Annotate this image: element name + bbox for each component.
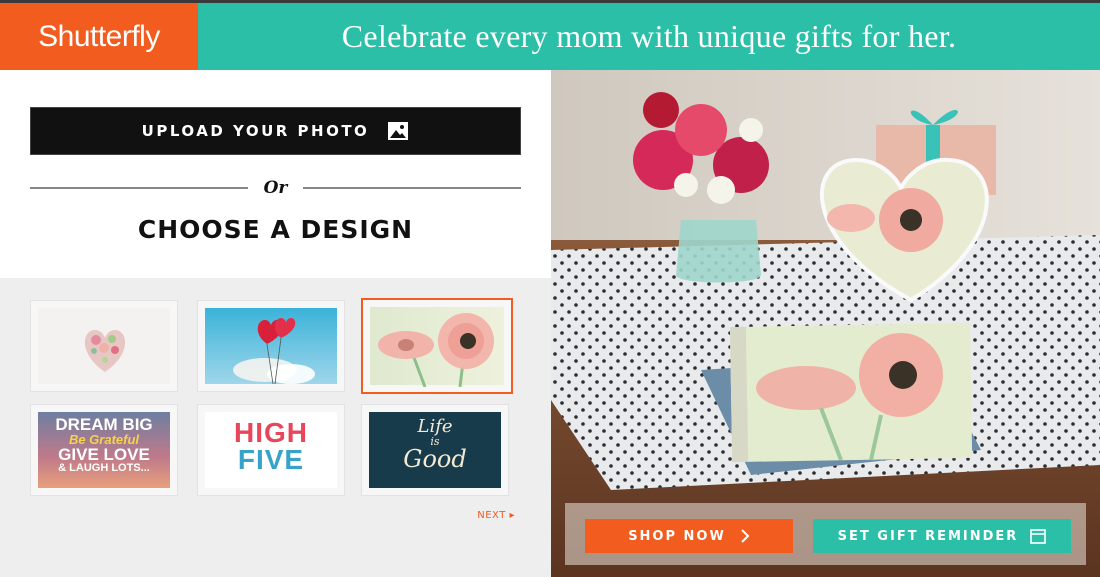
choose-design-title: CHOOSE A DESIGN: [137, 215, 414, 244]
upload-photo-button[interactable]: UPLOAD YOUR PHOTO: [30, 107, 521, 155]
next-page-link[interactable]: NEXT ▸: [477, 510, 515, 521]
design-tile-high-five[interactable]: HIGH FIVE: [197, 404, 345, 496]
design-chooser-panel: UPLOAD YOUR PHOTO Or CHOOSE A DESIGN DRE…: [0, 70, 551, 577]
or-text: Or: [263, 178, 288, 198]
calendar-icon: [1030, 528, 1047, 544]
image-icon: [388, 122, 409, 140]
shop-now-button[interactable]: SHOP NOW: [585, 519, 793, 553]
divider-line-left: [30, 187, 248, 189]
or-divider: Or: [30, 178, 522, 198]
gerbera-daisies-image: [378, 313, 494, 388]
shop-now-label: SHOP NOW: [628, 528, 726, 544]
upload-photo-label: UPLOAD YOUR PHOTO: [141, 122, 370, 140]
design-grid: DREAM BIG Be Grateful GIVE LOVE & LAUGH …: [0, 278, 551, 577]
shutterfly-logo[interactable]: Shutterfly: [0, 3, 198, 70]
header-banner: Shutterfly Celebrate every mom with uniq…: [0, 0, 1100, 70]
design-tile-dream-big[interactable]: DREAM BIG Be Grateful GIVE LOVE & LAUGH …: [30, 404, 178, 496]
floral-heart-image: [84, 330, 126, 372]
logo-text: Shutterfly: [38, 19, 160, 53]
hero-product-photo: [551, 70, 1100, 577]
life-is-good-text: Life is Good: [403, 416, 467, 473]
gift-reminder-label: SET GIFT REMINDER: [837, 528, 1019, 544]
red-balloons-image: [233, 318, 315, 385]
design-tile-red-balloons[interactable]: [197, 300, 345, 392]
design-tile-floral-heart[interactable]: [30, 300, 178, 392]
divider-line-right: [303, 187, 522, 189]
set-gift-reminder-button[interactable]: SET GIFT REMINDER: [813, 519, 1071, 553]
hero-image: SHOP NOW SET GIFT REMINDER: [551, 70, 1100, 577]
chevron-right-icon: [741, 529, 750, 543]
header-tagline: Celebrate every mom with unique gifts fo…: [341, 18, 957, 54]
cta-bar: SHOP NOW SET GIFT REMINDER: [565, 503, 1086, 565]
dream-big-text: DREAM BIG Be Grateful GIVE LOVE & LAUGH …: [55, 415, 153, 474]
design-tile-life-is-good[interactable]: Life is Good: [361, 404, 509, 496]
design-tile-gerbera-daisies[interactable]: [361, 298, 513, 394]
high-five-text: HIGH FIVE: [234, 417, 308, 475]
